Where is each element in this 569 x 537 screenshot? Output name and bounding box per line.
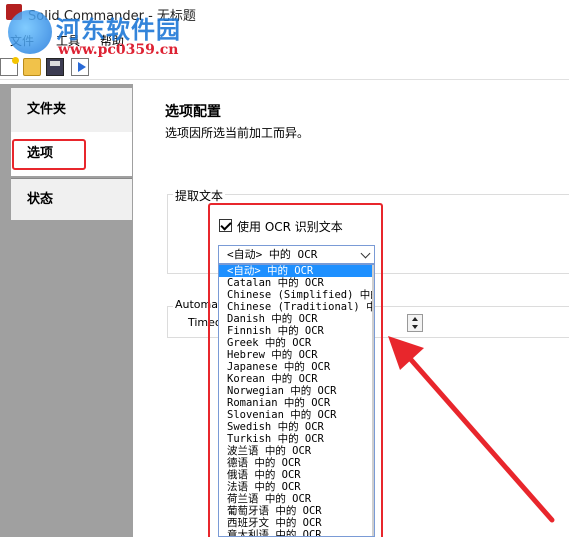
window-title: Solid Commander - 无标题 [28,9,196,24]
open-folder-icon[interactable] [23,58,41,76]
new-file-icon[interactable] [0,57,19,76]
save-icon[interactable] [46,58,64,76]
title-bar: Solid Commander - 无标题 [0,0,569,26]
annotation-arrow-icon [388,336,555,523]
app-icon [6,4,22,20]
menu-file[interactable]: 文件 [10,32,34,49]
annotation-box-options [12,139,86,170]
page-description: 选项因所选当前加工而异。 [165,126,310,140]
sidebar-item-folder[interactable]: 文件夹 [11,88,132,132]
extract-text-group-label: 提取文本 [173,187,226,204]
menu-tools[interactable]: 工具 [56,32,80,49]
convert-icon[interactable] [71,58,89,76]
sidebar-item-status[interactable]: 状态 [11,178,132,220]
menu-help[interactable]: 帮助 [100,32,124,49]
page-title: 选项配置 [165,104,221,120]
toolbar [0,54,569,80]
annotation-box-ocr [208,203,383,537]
menu-bar: 文件 工具 帮助 [0,30,569,50]
